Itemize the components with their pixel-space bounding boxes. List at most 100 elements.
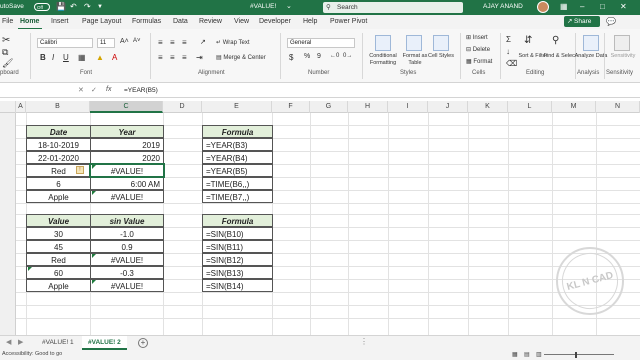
align-left-icon[interactable]: ≡: [158, 53, 163, 62]
sensitivity-icon[interactable]: [614, 35, 630, 51]
table-cell[interactable]: 30: [26, 227, 91, 240]
table-header-sin-value[interactable]: sin Value: [90, 214, 164, 227]
formula-text-cell[interactable]: =SIN(B12): [202, 253, 273, 266]
table-header-value[interactable]: Value: [26, 214, 91, 227]
font-size-select[interactable]: 11: [97, 38, 115, 48]
increase-decimal-icon[interactable]: ←0: [330, 53, 339, 59]
column-header[interactable]: M: [552, 101, 596, 113]
orientation-icon[interactable]: ↗: [200, 38, 206, 46]
formula-text-cell[interactable]: =SIN(B14): [202, 279, 273, 292]
chevron-down-icon[interactable]: ⌄: [286, 2, 292, 10]
column-header[interactable]: A: [16, 101, 26, 113]
font-name-select[interactable]: Calibri: [37, 38, 93, 48]
formula-text-cell[interactable]: =SIN(B11): [202, 240, 273, 253]
find-select-icon[interactable]: ⚲: [552, 35, 559, 46]
table-cell[interactable]: 0.9: [90, 240, 164, 253]
borders-icon[interactable]: ▦: [78, 53, 86, 62]
formula-text-cell[interactable]: =YEAR(B4): [202, 151, 273, 164]
tab-insert[interactable]: Insert: [51, 18, 69, 25]
bold-button[interactable]: B: [40, 53, 46, 62]
underline-button[interactable]: U: [63, 53, 69, 62]
table-cell[interactable]: 45: [26, 240, 91, 253]
indent-icon[interactable]: ⇥: [196, 53, 203, 62]
comments-icon[interactable]: 💬: [606, 17, 616, 26]
tab-review[interactable]: Review: [199, 18, 222, 25]
cancel-icon[interactable]: ✕: [78, 86, 84, 94]
table-cell[interactable]: Red: [26, 253, 91, 266]
decrease-font-icon[interactable]: A˅: [133, 38, 141, 44]
clear-icon[interactable]: ⌫: [506, 59, 517, 68]
tab-file[interactable]: File: [2, 18, 13, 25]
align-center-icon[interactable]: ≡: [170, 53, 175, 62]
table-cell[interactable]: -0.3: [90, 266, 164, 279]
formula-text-cell[interactable]: =SIN(B13): [202, 266, 273, 279]
tab-view[interactable]: View: [234, 18, 249, 25]
close-icon[interactable]: ✕: [620, 2, 627, 11]
sheet-tab[interactable]: #VALUE! 1: [36, 336, 80, 350]
undo-icon[interactable]: ↶: [70, 2, 77, 11]
page-layout-view-icon[interactable]: ▤: [524, 351, 530, 358]
analyze-data-icon[interactable]: [583, 35, 599, 51]
sheet-tab-active[interactable]: #VALUE! 2: [82, 336, 127, 350]
zoom-slider-knob[interactable]: [575, 352, 577, 358]
maximize-icon[interactable]: □: [600, 2, 605, 11]
table-header-date[interactable]: Date: [26, 125, 91, 138]
tab-formulas[interactable]: Formulas: [132, 18, 161, 25]
column-header[interactable]: F: [272, 101, 310, 113]
formula-text-cell[interactable]: =YEAR(B3): [202, 138, 273, 151]
ribbon-display-icon[interactable]: ▦: [560, 2, 568, 11]
sheet-prev-icon[interactable]: ◀: [6, 338, 11, 346]
chevron-down-icon[interactable]: ▼: [97, 4, 103, 10]
align-middle-icon[interactable]: ≡: [170, 38, 175, 47]
tab-developer[interactable]: Developer: [259, 18, 291, 25]
zoom-slider[interactable]: [544, 354, 614, 355]
table-cell-error[interactable]: #VALUE!: [90, 279, 164, 292]
cut-icon[interactable]: ✂: [2, 35, 10, 46]
redo-icon[interactable]: ↷: [84, 2, 91, 11]
minimize-icon[interactable]: –: [580, 2, 584, 11]
delete-cells-button[interactable]: ⊟ Delete: [466, 46, 490, 53]
percent-button[interactable]: %: [304, 53, 310, 60]
column-header[interactable]: N: [596, 101, 640, 113]
table-cell[interactable]: 60: [26, 266, 91, 279]
table-cell[interactable]: -1.0: [90, 227, 164, 240]
column-header[interactable]: D: [163, 101, 202, 113]
more-options-icon[interactable]: ⋮: [360, 337, 368, 346]
currency-button[interactable]: $: [289, 53, 293, 62]
fill-icon[interactable]: ↓: [506, 47, 510, 56]
format-as-table-icon[interactable]: [406, 35, 422, 51]
select-all-corner[interactable]: [0, 101, 16, 113]
column-header[interactable]: H: [348, 101, 388, 113]
table-cell[interactable]: Apple: [26, 279, 91, 292]
tab-page-layout[interactable]: Page Layout: [82, 18, 121, 25]
align-right-icon[interactable]: ≡: [182, 53, 187, 62]
number-format-select[interactable]: General: [287, 38, 355, 48]
table-cell-error[interactable]: #VALUE!: [90, 253, 164, 266]
copy-icon[interactable]: ⧉: [2, 47, 8, 58]
format-painter-icon[interactable]: 🖌: [2, 58, 13, 69]
name-box[interactable]: [0, 85, 60, 96]
align-bottom-icon[interactable]: ≡: [182, 38, 187, 47]
accessibility-status[interactable]: Accessibility: Good to go: [2, 351, 62, 357]
sort-filter-icon[interactable]: ⇵: [524, 35, 532, 46]
font-color-icon[interactable]: A: [112, 53, 117, 62]
fill-color-icon[interactable]: ▲: [96, 53, 104, 62]
cell-styles-icon[interactable]: [433, 35, 449, 51]
table-header-year[interactable]: Year: [90, 125, 164, 138]
conditional-formatting-icon[interactable]: [375, 35, 391, 51]
column-header[interactable]: B: [26, 101, 90, 113]
column-header[interactable]: G: [310, 101, 348, 113]
formula-header[interactable]: Formula: [202, 125, 273, 138]
table-cell[interactable]: 6:00 AM: [90, 177, 164, 190]
avatar[interactable]: [537, 1, 549, 13]
cell-styles-button[interactable]: Cell Styles: [424, 53, 458, 60]
align-top-icon[interactable]: ≡: [158, 38, 163, 47]
formula-text-cell[interactable]: =TIME(B6,,): [202, 177, 273, 190]
normal-view-icon[interactable]: ▦: [512, 351, 518, 358]
autosum-icon[interactable]: Σ: [506, 35, 511, 44]
save-icon[interactable]: 💾: [56, 2, 66, 11]
insert-function-button[interactable]: fx: [106, 86, 111, 93]
share-button[interactable]: ↗ Share: [564, 16, 600, 27]
tab-power-pivot[interactable]: Power Pivot: [330, 18, 367, 25]
add-sheet-icon[interactable]: +: [138, 338, 148, 348]
